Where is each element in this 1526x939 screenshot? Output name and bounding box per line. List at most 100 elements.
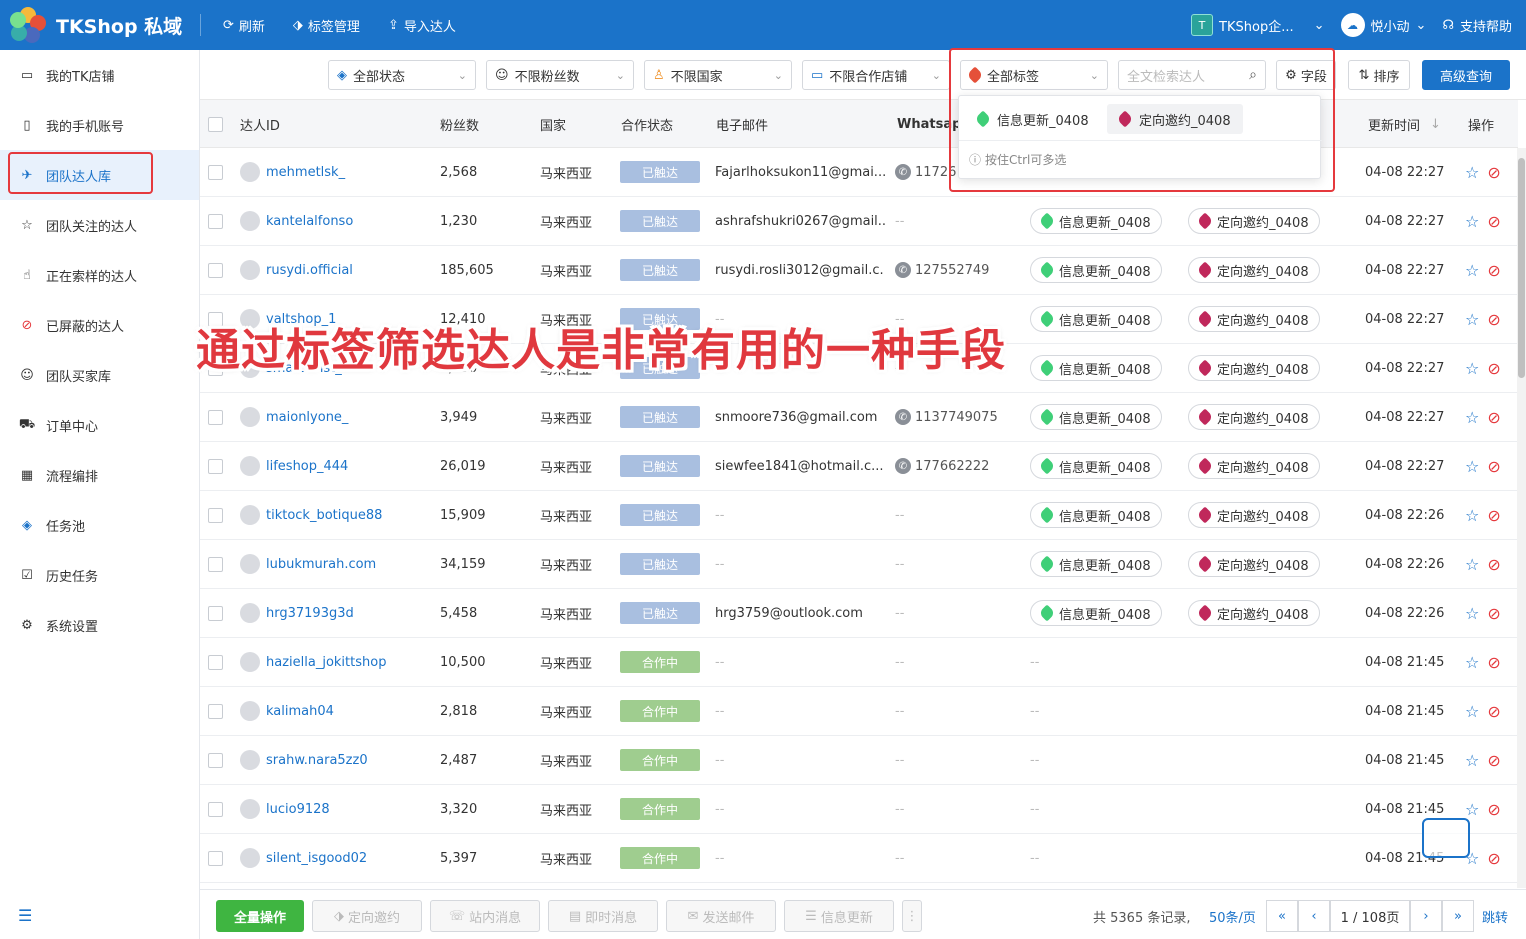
tag-chip-targeted-invite[interactable]: 定向邀约_0408 (1188, 257, 1320, 283)
star-icon[interactable]: ☆ (1465, 408, 1479, 427)
tag-chip-info-update[interactable]: 信息更新_0408 (1030, 453, 1162, 479)
sidebar-item-task-history[interactable]: ☑ 历史任务 (0, 550, 199, 600)
sort-button[interactable]: ⇅ 排序 (1348, 60, 1410, 90)
table-row[interactable]: hrg37193g3d 5,458 马来西亚 已触达 hrg3759@outlook.c… (200, 589, 1518, 638)
creator-id-link[interactable]: silent_isgood02 (266, 851, 367, 866)
page-size-select[interactable]: 50条/页 (1209, 900, 1256, 932)
ban-icon[interactable]: ⊘ (1487, 653, 1500, 672)
sidebar-item-buyers[interactable]: ☺ 团队买家库 (0, 350, 199, 400)
table-row[interactable]: rusydi.official 185,605 马来西亚 已触达 rusydi.rosl… (200, 246, 1518, 295)
creator-id-link[interactable]: rusydi.official (266, 263, 353, 278)
import-creators-button[interactable]: ⇪ 导入达人 (374, 16, 470, 35)
ban-icon[interactable]: ⊘ (1487, 163, 1500, 182)
first-page-button[interactable]: « (1266, 900, 1298, 932)
ban-icon[interactable]: ⊘ (1487, 702, 1500, 721)
bulk-operation-button[interactable]: 全量操作 (216, 900, 304, 932)
status-filter-select[interactable]: ◈ 全部状态 ⌄ (328, 60, 476, 90)
tag-chip-info-update[interactable]: 信息更新_0408 (1030, 257, 1162, 283)
page-indicator[interactable]: 1 / 108页 (1330, 900, 1410, 932)
column-header-updated[interactable]: 更新时间 ↓ (1368, 100, 1441, 148)
star-icon[interactable]: ☆ (1465, 506, 1479, 525)
star-icon[interactable]: ☆ (1465, 163, 1479, 182)
row-checkbox[interactable] (208, 148, 223, 196)
targeted-invite-button[interactable]: ⬗ 定向邀约 (312, 900, 422, 932)
tag-option-info-update[interactable]: 信息更新_0408 (965, 104, 1101, 134)
table-row[interactable]: silent_isgood02 5,397 马来西亚 合作中 -- -- -- 04-08 2… (200, 834, 1518, 883)
tag-management-button[interactable]: ⬗ 标签管理 (279, 16, 374, 35)
sidebar-item-phone-accounts[interactable]: ▯ 我的手机账号 (0, 100, 199, 150)
column-header-id[interactable]: 达人ID (240, 100, 280, 148)
creator-id-link[interactable]: srahw.nara5zz0 (266, 753, 368, 768)
tag-filter-select[interactable]: 全部标签 ⌄ (960, 60, 1108, 90)
star-icon[interactable]: ☆ (1465, 261, 1479, 280)
tag-chip-info-update[interactable]: 信息更新_0408 (1030, 208, 1162, 234)
table-row[interactable]: maionlyone_ 3,949 马来西亚 已触达 snmoore736@gmail.… (200, 393, 1518, 442)
star-icon[interactable]: ☆ (1465, 212, 1479, 231)
row-checkbox[interactable] (208, 687, 223, 735)
sidebar-item-tk-shops[interactable]: ▭ 我的TK店铺 (0, 50, 199, 100)
creator-id-link[interactable]: lucio9128 (266, 802, 330, 817)
creator-id-link[interactable]: tiktock_botique88 (266, 508, 382, 523)
tag-chip-targeted-invite[interactable]: 定向邀约_0408 (1188, 551, 1320, 577)
next-page-button[interactable]: › (1410, 900, 1442, 932)
row-checkbox[interactable] (208, 834, 223, 882)
star-icon[interactable]: ☆ (1465, 310, 1479, 329)
info-update-button[interactable]: ☰ 信息更新 (784, 900, 894, 932)
shop-filter-select[interactable]: ▭ 不限合作店铺 ⌄ (802, 60, 950, 90)
ban-icon[interactable]: ⊘ (1487, 555, 1500, 574)
row-checkbox[interactable] (208, 638, 223, 686)
ban-icon[interactable]: ⊘ (1487, 457, 1500, 476)
tag-chip-info-update[interactable]: 信息更新_0408 (1030, 502, 1162, 528)
star-icon[interactable]: ☆ (1465, 751, 1479, 770)
table-row[interactable]: lubukmurah.com 34,159 马来西亚 已触达 -- -- 信息更新_0408… (200, 540, 1518, 589)
star-icon[interactable]: ☆ (1465, 457, 1479, 476)
sidebar-item-workflows[interactable]: ▦ 流程编排 (0, 450, 199, 500)
ban-icon[interactable]: ⊘ (1487, 751, 1500, 770)
sidebar-item-task-pool[interactable]: ◈ 任务池 (0, 500, 199, 550)
tag-chip-info-update[interactable]: 信息更新_0408 (1030, 404, 1162, 430)
ban-icon[interactable]: ⊘ (1487, 506, 1500, 525)
tag-chip-info-update[interactable]: 信息更新_0408 (1030, 551, 1162, 577)
tag-option-targeted-invite[interactable]: 定向邀约_0408 (1107, 104, 1243, 134)
column-header-status[interactable]: 合作状态 (621, 100, 673, 148)
collapse-menu-icon[interactable]: ☰ (18, 906, 32, 925)
ban-icon[interactable]: ⊘ (1487, 408, 1500, 427)
advanced-query-button[interactable]: 高级查询 (1422, 60, 1510, 90)
table-row[interactable]: kantelalfonso 1,230 马来西亚 已触达 ashrafshukri026… (200, 197, 1518, 246)
star-icon[interactable]: ☆ (1465, 604, 1479, 623)
sidebar-item-orders[interactable]: ⛟ 订单中心 (0, 400, 199, 450)
more-actions-button[interactable]: ⋮ (902, 900, 922, 932)
user-menu[interactable]: ☁ 悦小动 ⌄ (1340, 13, 1426, 37)
ban-icon[interactable]: ⊘ (1487, 212, 1500, 231)
tag-chip-targeted-invite[interactable]: 定向邀约_0408 (1188, 404, 1320, 430)
team-switcher[interactable]: T TKShop企... ⌄ (1191, 14, 1325, 36)
ban-icon[interactable]: ⊘ (1487, 800, 1500, 819)
table-row[interactable]: lucio9128 3,320 马来西亚 合作中 -- -- -- 04-08 21:45 ☆ ⊘ (200, 785, 1518, 834)
column-header-email[interactable]: 电子邮件 (716, 100, 768, 148)
creator-id-link[interactable]: maionlyone_ (266, 410, 348, 425)
creator-id-link[interactable]: hrg37193g3d (266, 606, 354, 621)
country-filter-select[interactable]: ♙ 不限国家 ⌄ (644, 60, 792, 90)
tag-chip-info-update[interactable]: 信息更新_0408 (1030, 355, 1162, 381)
tag-chip-info-update[interactable]: 信息更新_0408 (1030, 600, 1162, 626)
ban-icon[interactable]: ⊘ (1487, 359, 1500, 378)
table-row[interactable]: tiktock_botique88 15,909 马来西亚 已触达 -- -- 信息更新_0… (200, 491, 1518, 540)
table-row[interactable]: haziella_jokittshop 10,500 马来西亚 合作中 -- -- -- 04… (200, 638, 1518, 687)
ban-icon[interactable]: ⊘ (1487, 849, 1500, 868)
star-icon[interactable]: ☆ (1465, 800, 1479, 819)
search-icon[interactable]: ⌕ (1249, 67, 1257, 83)
row-checkbox[interactable] (208, 197, 223, 245)
creator-id-link[interactable]: kalimah04 (266, 704, 334, 719)
inbox-icon[interactable] (1422, 818, 1470, 858)
sidebar-item-blocked-creators[interactable]: ⊘ 已屏蔽的达人 (0, 300, 199, 350)
fields-button[interactable]: ⚙ 字段 (1276, 60, 1336, 90)
column-header-country[interactable]: 国家 (540, 100, 566, 148)
row-checkbox[interactable] (208, 442, 223, 490)
creator-id-link[interactable]: haziella_jokittshop (266, 655, 386, 670)
tag-chip-targeted-invite[interactable]: 定向邀约_0408 (1188, 355, 1320, 381)
tag-chip-targeted-invite[interactable]: 定向邀约_0408 (1188, 502, 1320, 528)
send-email-button[interactable]: ✉ 发送邮件 (666, 900, 776, 932)
row-checkbox[interactable] (208, 785, 223, 833)
creator-id-link[interactable]: kantelalfonso (266, 214, 353, 229)
tag-chip-targeted-invite[interactable]: 定向邀约_0408 (1188, 208, 1320, 234)
